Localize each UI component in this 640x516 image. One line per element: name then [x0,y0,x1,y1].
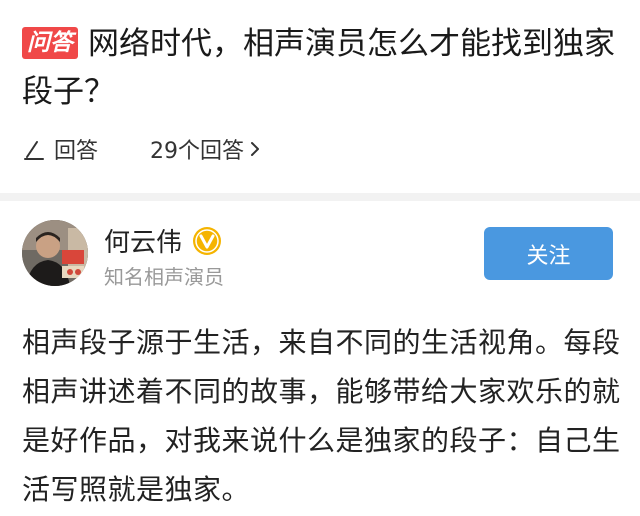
answer-bar: 回答 29个回答 [22,131,262,167]
author-title: 知名相声演员 [104,265,224,289]
answer-count-link[interactable]: 29个回答 [150,133,262,165]
author-name[interactable]: 何云伟 [104,222,182,259]
answer-count-label: 29个回答 [150,139,245,164]
answer-text: 相声段子源于生活，来自不同的生活视角。每段相声讲述着不同的故事，能够带给大家欢乐… [22,326,621,506]
question-title: 网络时代，相声演员怎么才能找到独家段子？ [22,26,615,110]
qa-badge: 问答 [22,27,78,59]
author-name-row: 何云伟 [104,222,222,259]
chevron-right-icon [251,142,260,156]
avatar-photo [22,220,88,286]
question-title-block: 问答 网络时代，相声演员怎么才能找到独家段子？ [22,20,622,116]
verified-v-icon [193,226,222,255]
pen-icon [24,141,44,160]
section-divider [0,193,640,201]
write-answer-button[interactable]: 回答 [22,133,98,165]
author-avatar[interactable] [22,220,88,286]
answer-label: 回答 [54,139,99,164]
follow-button[interactable]: 关注 [484,227,613,280]
